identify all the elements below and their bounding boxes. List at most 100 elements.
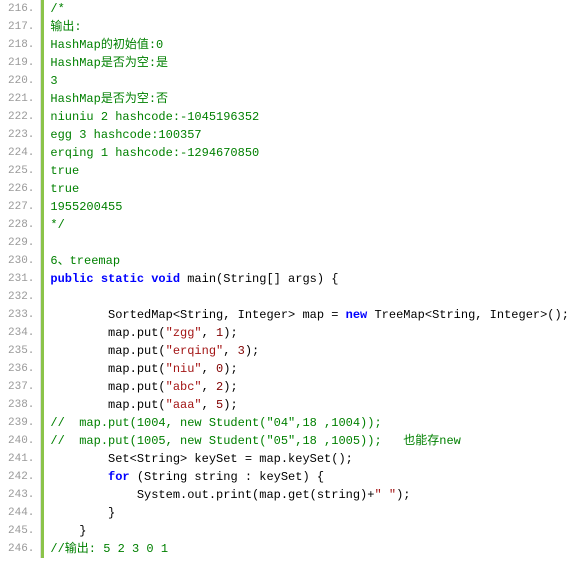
code-line: Set<String> keySet = map.keySet(); (44, 450, 574, 468)
code-line: egg 3 hashcode:100357 (44, 126, 574, 144)
code-line: } (44, 522, 574, 540)
code-line: HashMap的初始值:0 (44, 36, 574, 54)
line-number: 226. (0, 180, 40, 198)
code-token: "niu" (166, 362, 202, 376)
code-line (44, 288, 574, 306)
line-number: 228. (0, 216, 40, 234)
code-line: niuniu 2 hashcode:-1045196352 (44, 108, 574, 126)
line-number: 230. (0, 252, 40, 270)
code-token: ); (223, 362, 237, 376)
code-line: /* (44, 0, 574, 18)
code-line: 1955200455 (44, 198, 574, 216)
code-token (50, 470, 108, 484)
code-line: 6、treemap (44, 252, 574, 270)
line-number: 245. (0, 522, 40, 540)
line-number: 232. (0, 288, 40, 306)
code-token: HashMap的初始值:0 (50, 38, 163, 52)
line-number: 243. (0, 486, 40, 504)
code-line: */ (44, 216, 574, 234)
line-number: 224. (0, 144, 40, 162)
line-number: 234. (0, 324, 40, 342)
code-line: true (44, 162, 574, 180)
line-number: 241. (0, 450, 40, 468)
line-number: 218. (0, 36, 40, 54)
line-number: 229. (0, 234, 40, 252)
line-number: 227. (0, 198, 40, 216)
code-line: map.put("aaa", 5); (44, 396, 574, 414)
code-token: // map.put(1005, new Student("05",18 ,10… (50, 434, 460, 448)
code-token: , (202, 362, 216, 376)
code-token: // map.put(1004, new Student("04",18 ,10… (50, 416, 381, 430)
code-token: 6、treemap (50, 254, 120, 268)
line-number: 237. (0, 378, 40, 396)
line-number: 216. (0, 0, 40, 18)
code-line: public static void main(String[] args) { (44, 270, 574, 288)
code-token: 1955200455 (50, 200, 122, 214)
line-number: 240. (0, 432, 40, 450)
code-token: erqing 1 hashcode:-1294670850 (50, 146, 259, 160)
code-token: HashMap是否为空:否 (50, 92, 168, 106)
code-token: ); (396, 488, 410, 502)
line-number: 246. (0, 540, 40, 558)
code-token: "zgg" (166, 326, 202, 340)
code-token: //输出: 5 2 3 0 1 (50, 542, 168, 556)
line-number: 225. (0, 162, 40, 180)
code-token: } (50, 524, 86, 538)
code-token: "aaa" (166, 398, 202, 412)
code-line: true (44, 180, 574, 198)
code-line: SortedMap<String, Integer> map = new Tre… (44, 306, 574, 324)
code-token: main(String[] args) { (180, 272, 338, 286)
line-number: 235. (0, 342, 40, 360)
line-number-gutter: 216.217.218.219.220.221.222.223.224.225.… (0, 0, 41, 558)
code-token: map.put( (50, 344, 165, 358)
code-token: ); (223, 398, 237, 412)
line-number: 219. (0, 54, 40, 72)
code-token: for (108, 470, 130, 484)
code-token: true (50, 164, 79, 178)
line-number: 231. (0, 270, 40, 288)
code-token: public static void (50, 272, 180, 286)
code-line (44, 234, 574, 252)
code-line: for (String string : keySet) { (44, 468, 574, 486)
code-line: HashMap是否为空:是 (44, 54, 574, 72)
code-token: ); (223, 326, 237, 340)
code-token: "abc" (166, 380, 202, 394)
code-token: */ (50, 218, 64, 232)
code-line: map.put("niu", 0); (44, 360, 574, 378)
code-line: // map.put(1004, new Student("04",18 ,10… (44, 414, 574, 432)
code-token: map.put( (50, 326, 165, 340)
code-line: map.put("abc", 2); (44, 378, 574, 396)
code-token: egg 3 hashcode:100357 (50, 128, 201, 142)
code-token: true (50, 182, 79, 196)
code-token: SortedMap<String, Integer> map = (50, 308, 345, 322)
code-line: 输出: (44, 18, 574, 36)
code-line: 3 (44, 72, 574, 90)
code-line: // map.put(1005, new Student("05",18 ,10… (44, 432, 574, 450)
code-line: erqing 1 hashcode:-1294670850 (44, 144, 574, 162)
code-token: 输出: (50, 20, 81, 34)
code-area: /* 输出: HashMap的初始值:0 HashMap是否为空:是 3 HashMap是… (41, 0, 574, 558)
line-number: 233. (0, 306, 40, 324)
code-token: 3 (238, 344, 245, 358)
code-line: HashMap是否为空:否 (44, 90, 574, 108)
code-token: HashMap是否为空:是 (50, 56, 168, 70)
code-token: TreeMap<String, Integer>(); (367, 308, 569, 322)
code-line: //输出: 5 2 3 0 1 (44, 540, 574, 558)
code-token: } (50, 506, 115, 520)
code-line: System.out.print(map.get(string)+" "); (44, 486, 574, 504)
code-token: , (202, 380, 216, 394)
code-token: System.out.print(map.get(string)+ (50, 488, 374, 502)
code-token: 3 (50, 74, 57, 88)
code-line: } (44, 504, 574, 522)
code-line: map.put("zgg", 1); (44, 324, 574, 342)
line-number: 239. (0, 414, 40, 432)
code-token: " " (374, 488, 396, 502)
line-number: 242. (0, 468, 40, 486)
code-token: (String string : keySet) { (130, 470, 324, 484)
code-token: ); (245, 344, 259, 358)
code-token: , (202, 398, 216, 412)
code-token: map.put( (50, 398, 165, 412)
code-token: , (223, 344, 237, 358)
line-number: 222. (0, 108, 40, 126)
line-number: 238. (0, 396, 40, 414)
